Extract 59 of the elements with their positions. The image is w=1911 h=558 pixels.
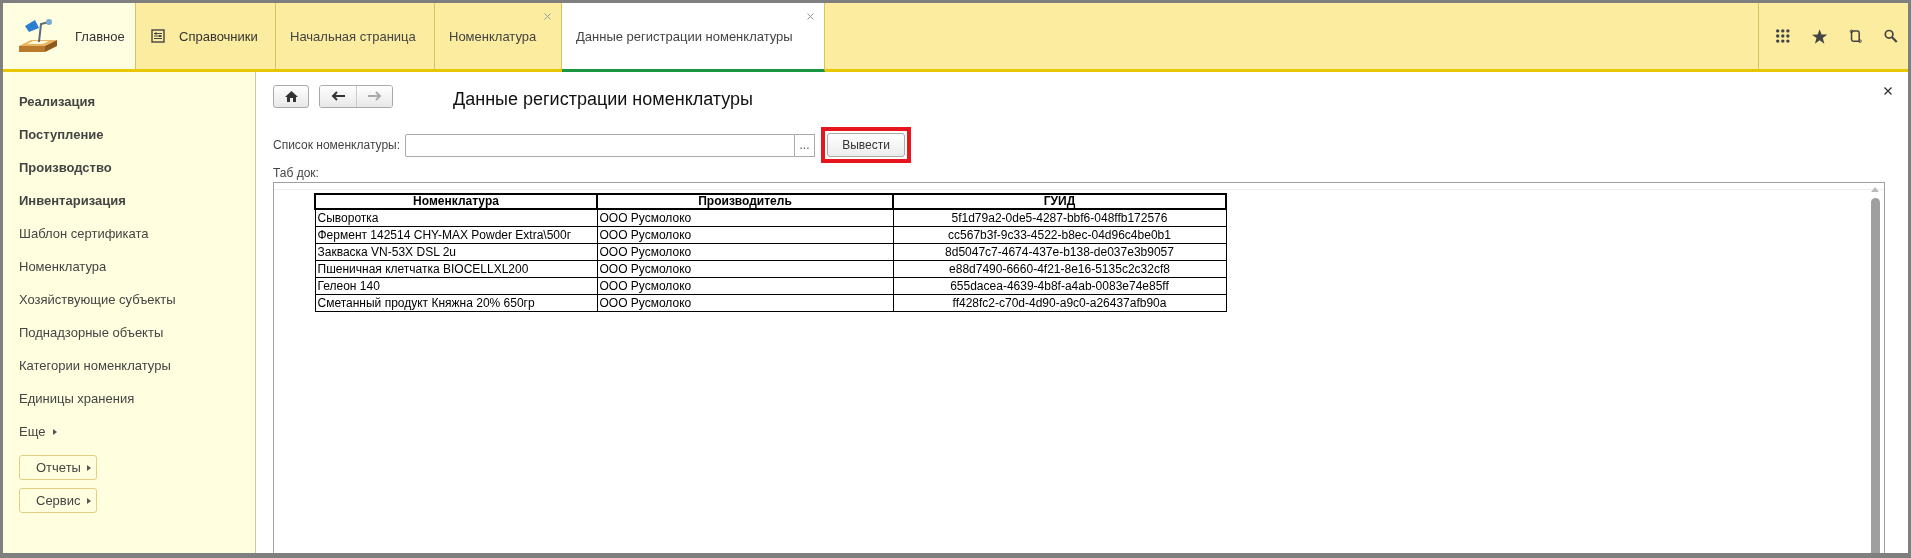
column-header: ГУИД bbox=[893, 194, 1226, 209]
sidebar-item[interactable]: Инвентаризация bbox=[19, 191, 255, 224]
form-title: Данные регистрации номенклатуры bbox=[453, 88, 754, 110]
sidebar-item[interactable]: Реализация bbox=[19, 92, 255, 125]
sidebar-item[interactable]: Хозяйствующие субъекты bbox=[19, 290, 255, 323]
run-button[interactable]: Вывести bbox=[827, 133, 906, 157]
sidebar-item[interactable]: Поступление bbox=[19, 125, 255, 158]
caret-icon bbox=[86, 498, 91, 504]
history-icon[interactable] bbox=[1848, 27, 1863, 45]
sidebar-item[interactable]: Номенклатура bbox=[19, 257, 255, 290]
list-settings-icon bbox=[151, 29, 165, 43]
table-cell: Сметанный продукт Княжна 20% 650гр bbox=[315, 294, 597, 312]
table-cell: ff428fc2-c70d-4d90-a9c0-a26437afb90a bbox=[893, 294, 1226, 312]
table-cell: ООО Русмолоко bbox=[597, 260, 893, 278]
column-header: Номенклатура bbox=[315, 194, 597, 209]
field-label: Список номенклатуры: bbox=[273, 138, 401, 152]
table-cell: 655dacea-4639-4b8f-a4ab-0083e74e85ff bbox=[893, 277, 1226, 295]
menu-button[interactable]: Сервис bbox=[19, 488, 97, 513]
sidebar-item[interactable]: Единицы хранения bbox=[19, 389, 255, 422]
table-cell: Гелеон 140 bbox=[315, 277, 597, 295]
table-cell: Фермент 142514 CHY-MAX Powder Extra\500г bbox=[315, 226, 597, 244]
sidebar-item[interactable]: Категории номенклатуры bbox=[19, 356, 255, 389]
back-button[interactable] bbox=[320, 85, 356, 107]
table-cell: ООО Русмолоко bbox=[597, 243, 893, 261]
sidebar-item[interactable]: Шаблон сертификата bbox=[19, 224, 255, 257]
table-cell: 5f1d79a2-0de5-4287-bbf6-048ffb172576 bbox=[893, 209, 1226, 227]
tab[interactable]: Данные регистрации номенклатуры bbox=[562, 3, 825, 72]
close-icon[interactable] bbox=[1884, 87, 1892, 95]
table-cell: Закваска VN-53X DSL 2u bbox=[315, 243, 597, 261]
spreadsheet-label: Таб док: bbox=[273, 166, 320, 182]
arrow-right-icon bbox=[367, 91, 382, 101]
home-icon bbox=[284, 90, 298, 102]
star-icon[interactable] bbox=[1811, 27, 1827, 45]
sidebar-item[interactable]: Поднадзорные объекты bbox=[19, 323, 255, 356]
home-button[interactable] bbox=[273, 84, 309, 108]
tab[interactable]: Начальная страница bbox=[276, 3, 435, 69]
table-cell: Сыворотка bbox=[315, 209, 597, 227]
arrow-left-icon bbox=[331, 91, 345, 101]
table-cell: e88d7490-6660-4f21-8e16-5135c2c32cf8 bbox=[893, 260, 1226, 278]
column-header: Производитель bbox=[597, 194, 893, 209]
search-icon[interactable] bbox=[1884, 28, 1898, 44]
apps-grid-icon[interactable] bbox=[1776, 28, 1790, 44]
table-cell: ООО Русмолоко bbox=[597, 209, 893, 227]
caret-icon bbox=[86, 465, 91, 471]
table-cell: ООО Русмолоко bbox=[597, 294, 893, 312]
section-tab[interactable]: Главное bbox=[3, 3, 136, 69]
menu-button[interactable]: Отчеты bbox=[19, 455, 97, 480]
sidebar-item[interactable]: Производство bbox=[19, 158, 255, 191]
table-cell: ООО Русмолоко bbox=[597, 277, 893, 295]
caret-icon bbox=[53, 429, 58, 435]
select-button[interactable]: ... bbox=[795, 133, 816, 157]
scrollbar[interactable] bbox=[1870, 187, 1880, 553]
table-cell: ООО Русмолоко bbox=[597, 226, 893, 244]
table-cell: Пшеничная клетчатка BIOCELLXL200 bbox=[315, 260, 597, 278]
table-cell: 8d5047c7-4674-437e-b138-de037e3b9057 bbox=[893, 243, 1226, 261]
input-field[interactable] bbox=[405, 133, 796, 157]
section-tab[interactable]: Справочники bbox=[136, 3, 276, 69]
more-menu[interactable]: Еще bbox=[19, 422, 255, 455]
table-cell: cc567b3f-9c33-4522-b8ec-04d96c4be0b1 bbox=[893, 226, 1226, 244]
